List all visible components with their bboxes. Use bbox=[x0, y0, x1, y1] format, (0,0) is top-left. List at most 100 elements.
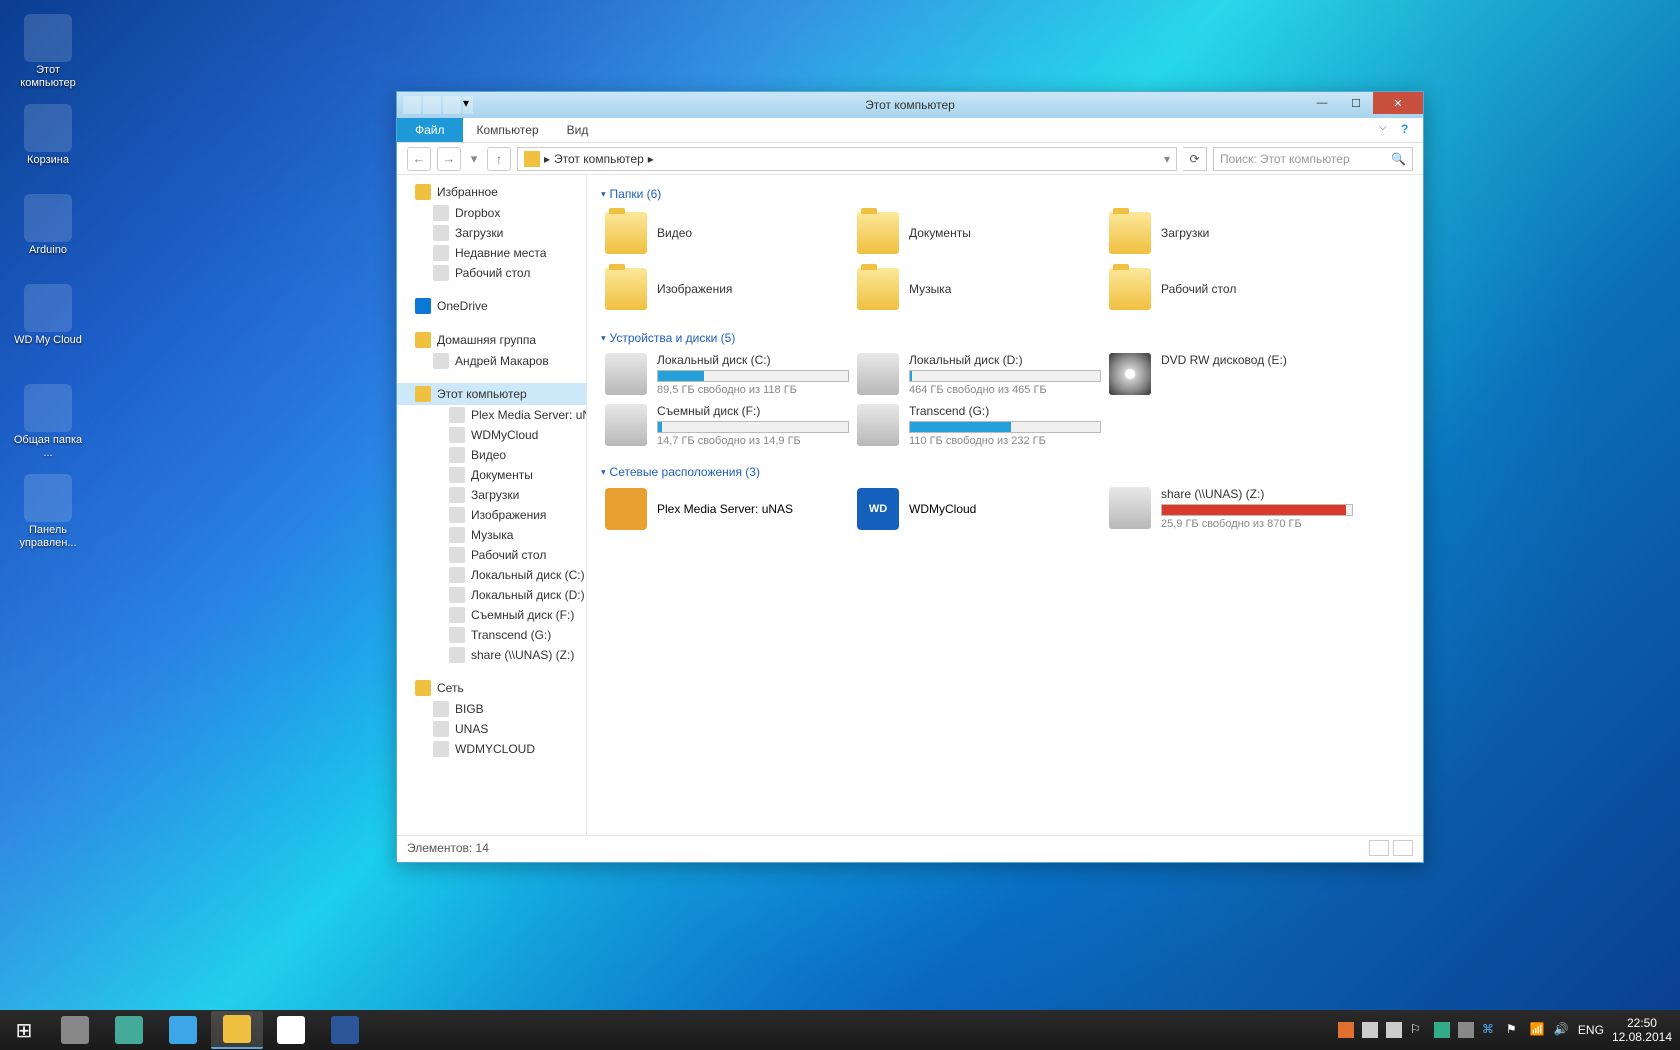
titlebar[interactable]: ▾ Этот компьютер — ☐ ✕ bbox=[397, 92, 1423, 118]
refresh-button[interactable]: ⟳ bbox=[1183, 147, 1207, 171]
taskbar-button-file-explorer[interactable] bbox=[211, 1011, 263, 1049]
help-icon[interactable]: ? bbox=[1401, 122, 1417, 138]
breadcrumb-item[interactable]: Этот компьютер bbox=[554, 152, 644, 166]
nav-group-header[interactable]: Избранное bbox=[397, 181, 586, 203]
nav-group-header[interactable]: Сеть bbox=[397, 677, 586, 699]
network-item[interactable]: Plex Media Server: uNAS bbox=[601, 483, 853, 535]
ribbon-expand-icon[interactable]: ⌵ bbox=[1379, 122, 1395, 138]
desktop-icon[interactable]: Общая папка ... bbox=[10, 384, 86, 460]
view-details-button[interactable] bbox=[1369, 840, 1389, 856]
tray-action-center-icon[interactable]: ⚑ bbox=[1506, 1022, 1522, 1038]
tray-icon[interactable] bbox=[1338, 1022, 1354, 1038]
nav-item[interactable]: Локальный диск (C:) bbox=[397, 565, 586, 585]
tray-icon[interactable] bbox=[1434, 1022, 1450, 1038]
tray-language[interactable]: ENG bbox=[1578, 1023, 1604, 1037]
tray-icon[interactable] bbox=[1386, 1022, 1402, 1038]
network-item[interactable]: WDWDMyCloud bbox=[853, 483, 1105, 535]
section-header[interactable]: Сетевые расположения (3) bbox=[601, 461, 1409, 483]
nav-item[interactable]: Рабочий стол bbox=[397, 545, 586, 565]
folder-item[interactable]: Загрузки bbox=[1105, 205, 1357, 261]
ribbon-file-tab[interactable]: Файл bbox=[397, 118, 463, 142]
ribbon-tab-computer[interactable]: Компьютер bbox=[463, 118, 553, 142]
nav-item[interactable]: Загрузки bbox=[397, 223, 586, 243]
taskbar-button-internet-explorer[interactable] bbox=[157, 1011, 209, 1049]
tray-clock[interactable]: 22:50 12.08.2014 bbox=[1612, 1016, 1672, 1044]
view-tiles-button[interactable] bbox=[1393, 840, 1413, 856]
nav-item[interactable]: Документы bbox=[397, 465, 586, 485]
nav-item[interactable]: Загрузки bbox=[397, 485, 586, 505]
nav-history-dropdown[interactable]: ▾ bbox=[467, 147, 481, 171]
nav-thispc[interactable]: Этот компьютер bbox=[397, 383, 586, 405]
tray-icon[interactable] bbox=[1362, 1022, 1378, 1038]
tray-icon[interactable] bbox=[1458, 1022, 1474, 1038]
maximize-button[interactable]: ☐ bbox=[1339, 92, 1373, 114]
taskbar[interactable]: ⊞ ⚐ ⌘ ⚑ 📶 🔊 ENG 22:50 12.08.2014 bbox=[0, 1010, 1680, 1050]
nav-item[interactable]: Музыка bbox=[397, 525, 586, 545]
navigation-pane[interactable]: ИзбранноеDropboxЗагрузкиНедавние местаРа… bbox=[397, 175, 587, 835]
nav-item[interactable]: Plex Media Server: uNAS bbox=[397, 405, 586, 425]
nav-back-button[interactable]: ← bbox=[407, 147, 431, 171]
nav-item[interactable]: share (\\UNAS) (Z:) bbox=[397, 645, 586, 665]
nav-item[interactable]: Изображения bbox=[397, 505, 586, 525]
drive-item[interactable]: Локальный диск (D:)464 ГБ свободно из 46… bbox=[853, 349, 1105, 400]
desktop-icon[interactable]: Arduino bbox=[10, 194, 86, 257]
folder-item[interactable]: Изображения bbox=[601, 261, 853, 317]
app-icon bbox=[24, 474, 72, 522]
drive-item[interactable]: Локальный диск (C:)89,5 ГБ свободно из 1… bbox=[601, 349, 853, 400]
qat-icon[interactable] bbox=[443, 96, 461, 114]
tray-notification-icon[interactable]: ⚐ bbox=[1410, 1022, 1426, 1038]
drive-icon bbox=[857, 353, 899, 395]
nav-item[interactable]: BIGB bbox=[397, 699, 586, 719]
breadcrumb[interactable]: ▸ Этот компьютер ▸ ▾ bbox=[517, 147, 1177, 171]
nav-item-label: Видео bbox=[471, 448, 506, 462]
nav-forward-button[interactable]: → bbox=[437, 147, 461, 171]
nav-item[interactable]: Transcend (G:) bbox=[397, 625, 586, 645]
ribbon-tab-view[interactable]: Вид bbox=[553, 118, 603, 142]
taskbar-button-app-1[interactable] bbox=[49, 1011, 101, 1049]
breadcrumb-dropdown-icon[interactable]: ▾ bbox=[1164, 152, 1170, 166]
nav-item[interactable]: Съемный диск (F:) bbox=[397, 605, 586, 625]
nav-item[interactable]: Видео bbox=[397, 445, 586, 465]
section-header[interactable]: Папки (6) bbox=[601, 183, 1409, 205]
nav-item[interactable]: Локальный диск (D:) bbox=[397, 585, 586, 605]
nav-item[interactable]: Рабочий стол bbox=[397, 263, 586, 283]
nav-item[interactable]: UNAS bbox=[397, 719, 586, 739]
folder-item[interactable]: Документы bbox=[853, 205, 1105, 261]
desktop-icon[interactable]: WD My Cloud bbox=[10, 284, 86, 347]
drive-item[interactable]: Transcend (G:)110 ГБ свободно из 232 ГБ bbox=[853, 400, 1105, 451]
nav-item[interactable]: Андрей Макаров bbox=[397, 351, 586, 371]
tray-network-icon[interactable]: 📶 bbox=[1530, 1022, 1546, 1038]
qat-icon[interactable] bbox=[423, 96, 441, 114]
nav-item[interactable]: WDMyCloud bbox=[397, 425, 586, 445]
drive-item[interactable]: DVD RW дисковод (E:) bbox=[1105, 349, 1357, 400]
taskbar-button-word[interactable] bbox=[319, 1011, 371, 1049]
nav-item[interactable]: WDMYCLOUD bbox=[397, 739, 586, 759]
nav-group-header[interactable]: Домашняя группа bbox=[397, 329, 586, 351]
folder-item[interactable]: Рабочий стол bbox=[1105, 261, 1357, 317]
network-drive-item[interactable]: share (\\UNAS) (Z:)25,9 ГБ свободно из 8… bbox=[1105, 483, 1357, 535]
folder-item[interactable]: Музыка bbox=[853, 261, 1105, 317]
desktop-icon[interactable]: Панель управлен... bbox=[10, 474, 86, 550]
qat-dropdown-icon[interactable]: ▾ bbox=[463, 96, 473, 114]
qat-icon[interactable] bbox=[403, 96, 421, 114]
tray-bluetooth-icon[interactable]: ⌘ bbox=[1482, 1022, 1498, 1038]
system-tray[interactable]: ⚐ ⌘ ⚑ 📶 🔊 ENG 22:50 12.08.2014 bbox=[1330, 1010, 1680, 1050]
nav-onedrive[interactable]: OneDrive bbox=[397, 295, 586, 317]
tray-volume-icon[interactable]: 🔊 bbox=[1554, 1022, 1570, 1038]
section-header[interactable]: Устройства и диски (5) bbox=[601, 327, 1409, 349]
desktop-icon[interactable]: Этот компьютер bbox=[10, 14, 86, 90]
content-pane[interactable]: Папки (6)ВидеоДокументыЗагрузки Изображен… bbox=[587, 175, 1423, 835]
taskbar-button-chrome[interactable] bbox=[265, 1011, 317, 1049]
start-button[interactable]: ⊞ bbox=[0, 1010, 48, 1050]
nav-up-button[interactable]: ↑ bbox=[487, 147, 511, 171]
close-button[interactable]: ✕ bbox=[1373, 92, 1423, 114]
nav-item[interactable]: Dropbox bbox=[397, 203, 586, 223]
folder-item[interactable]: Видео bbox=[601, 205, 853, 261]
desktop[interactable]: Этот компьютер Корзина Arduino WD My Cloud О… bbox=[0, 0, 1680, 1050]
nav-item[interactable]: Недавние места bbox=[397, 243, 586, 263]
desktop-icon[interactable]: Корзина bbox=[10, 104, 86, 167]
drive-item[interactable]: Съемный диск (F:)14,7 ГБ свободно из 14,… bbox=[601, 400, 853, 451]
taskbar-button-app-2[interactable] bbox=[103, 1011, 155, 1049]
minimize-button[interactable]: — bbox=[1305, 92, 1339, 114]
search-box[interactable]: Поиск: Этот компьютер 🔍 bbox=[1213, 147, 1413, 171]
